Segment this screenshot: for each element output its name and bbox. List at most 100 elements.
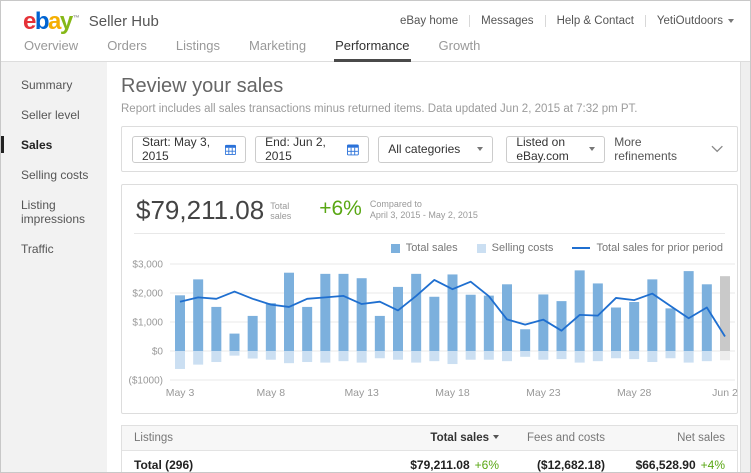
total-sales-bar[interactable] [429,297,439,351]
total-sales-bar[interactable] [284,273,294,351]
total-sales-bar[interactable] [320,274,330,351]
selling-costs-bar[interactable] [302,351,312,362]
selling-costs-bar[interactable] [557,351,567,359]
top-link-ebay-home[interactable]: eBay home [389,15,470,27]
total-sales-bar[interactable] [302,307,312,351]
total-sales-bar[interactable] [266,303,276,351]
selling-costs-bar[interactable] [720,351,730,360]
total-sales-bar[interactable] [557,301,567,351]
total-sales-bar[interactable] [611,308,621,352]
sidebar-item-summary[interactable]: Summary [1,70,107,100]
selling-costs-bar[interactable] [647,351,657,362]
sidebar-item-listing-impressions[interactable]: Listing impressions [1,190,107,234]
tab-growth[interactable]: Growth [438,34,482,61]
top-link-messages[interactable]: Messages [470,15,545,27]
total-sales-bar[interactable] [666,308,676,351]
total-sales-bar[interactable] [629,302,639,351]
total-sales-bar[interactable] [448,274,458,351]
account-menu[interactable]: YetiOutdoors [646,15,738,27]
selling-costs-bar[interactable] [248,351,258,359]
total-sales-bar[interactable] [193,279,203,351]
sales-chart[interactable]: $3,000$2,000$1,000$0($1000)May 3May 8May… [122,254,740,404]
y-axis-tick-label: $0 [152,347,164,358]
selling-costs-bar[interactable] [593,351,603,361]
total-sales-bar[interactable] [411,274,421,351]
ebay-logo[interactable]: ebay™ [23,7,80,34]
selling-costs-bar[interactable] [339,351,349,361]
total-sales-bar[interactable] [230,334,240,351]
selling-costs-bar[interactable] [684,351,694,363]
end-date-field[interactable]: End: Jun 2, 2015 [255,136,369,163]
selling-costs-bar[interactable] [575,351,585,363]
category-select[interactable]: All categories [378,136,493,163]
total-sales-bar[interactable] [520,329,530,351]
selling-costs-bar[interactable] [211,351,221,362]
selling-costs-bar[interactable] [266,351,276,360]
selling-costs-bar[interactable] [320,351,330,363]
selling-costs-bar[interactable] [230,351,240,356]
total-sales-bar[interactable] [175,295,185,351]
total-sales-bar[interactable] [702,284,712,351]
calendar-icon [347,143,359,156]
total-sales-bar[interactable] [393,287,403,351]
total-sales-bar[interactable] [248,316,258,351]
selling-costs-bar[interactable] [448,351,458,364]
sales-report-card: $79,211.08 Total sales +6% Compared to A… [121,184,738,414]
sidebar-item-seller-level[interactable]: Seller level [1,100,107,130]
selling-costs-bar[interactable] [357,351,367,363]
total-sales-bar[interactable] [575,270,585,351]
site-value: Listed on eBay.com [516,135,589,163]
tab-marketing[interactable]: Marketing [248,34,307,61]
compare-line2: April 3, 2015 - May 2, 2015 [370,210,478,221]
col-header-net-sales[interactable]: Net sales [605,432,725,444]
sidebar-item-sales[interactable]: Sales [1,130,107,160]
total-sales-bar[interactable] [647,279,657,351]
selling-costs-bar[interactable] [666,351,676,358]
sidebar-item-selling-costs[interactable]: Selling costs [1,160,107,190]
sidebar-item-traffic[interactable]: Traffic [1,234,107,264]
total-sales-bar[interactable] [484,296,494,351]
sidebar-item-label: Listing impressions [21,198,85,226]
total-sales-bar[interactable] [593,283,603,351]
start-date-field[interactable]: Start: May 3, 2015 [132,136,246,163]
col-header-fees[interactable]: Fees and costs [499,432,605,444]
selling-costs-bar[interactable] [611,351,621,358]
total-sales-bar[interactable] [466,295,476,351]
total-sales-bar[interactable] [720,276,730,351]
selling-costs-bar[interactable] [393,351,403,360]
selling-costs-bar[interactable] [284,351,294,363]
tab-overview[interactable]: Overview [23,34,79,61]
sidebar: SummarySeller levelSalesSelling costs Lis… [1,62,107,473]
selling-costs-bar[interactable] [193,351,203,365]
col-header-listings[interactable]: Listings [134,432,377,444]
top-link-help-contact[interactable]: Help & Contact [546,15,646,27]
selling-costs-bar[interactable] [629,351,639,359]
tab-performance[interactable]: Performance [334,34,410,62]
total-sales-bar[interactable] [339,274,349,351]
selling-costs-bar[interactable] [375,351,385,358]
selling-costs-bar[interactable] [502,351,512,361]
selling-costs-bar[interactable] [484,351,494,360]
sidebar-item-label: Traffic [21,242,54,256]
total-sales-amount: $79,211.08 [136,196,264,224]
col-header-total-sales[interactable]: Total sales [377,432,499,444]
tab-listings[interactable]: Listings [175,34,221,61]
selling-costs-bar[interactable] [466,351,476,360]
selling-costs-bar[interactable] [702,351,712,361]
selling-costs-bar[interactable] [429,351,439,361]
right-gutter-scroll-area[interactable] [740,62,750,473]
site-select[interactable]: Listed on eBay.com [506,136,605,163]
total-sales-bar[interactable] [375,316,385,351]
table-row-total: Total (296) $79,211.08+6% ($12,682.18) $… [122,451,737,473]
selling-costs-bar[interactable] [538,351,548,360]
selling-costs-bar[interactable] [175,351,185,369]
more-refinements-button[interactable]: More refinements [614,135,727,163]
page-subtitle: Report includes all sales transactions m… [121,103,738,115]
total-sales-bar[interactable] [684,271,694,351]
selling-costs-bar[interactable] [520,351,530,357]
total-sales-bar[interactable] [357,278,367,351]
total-sales-bar[interactable] [502,284,512,351]
total-sales-bar[interactable] [211,307,221,351]
selling-costs-bar[interactable] [411,351,421,363]
tab-orders[interactable]: Orders [106,34,148,61]
